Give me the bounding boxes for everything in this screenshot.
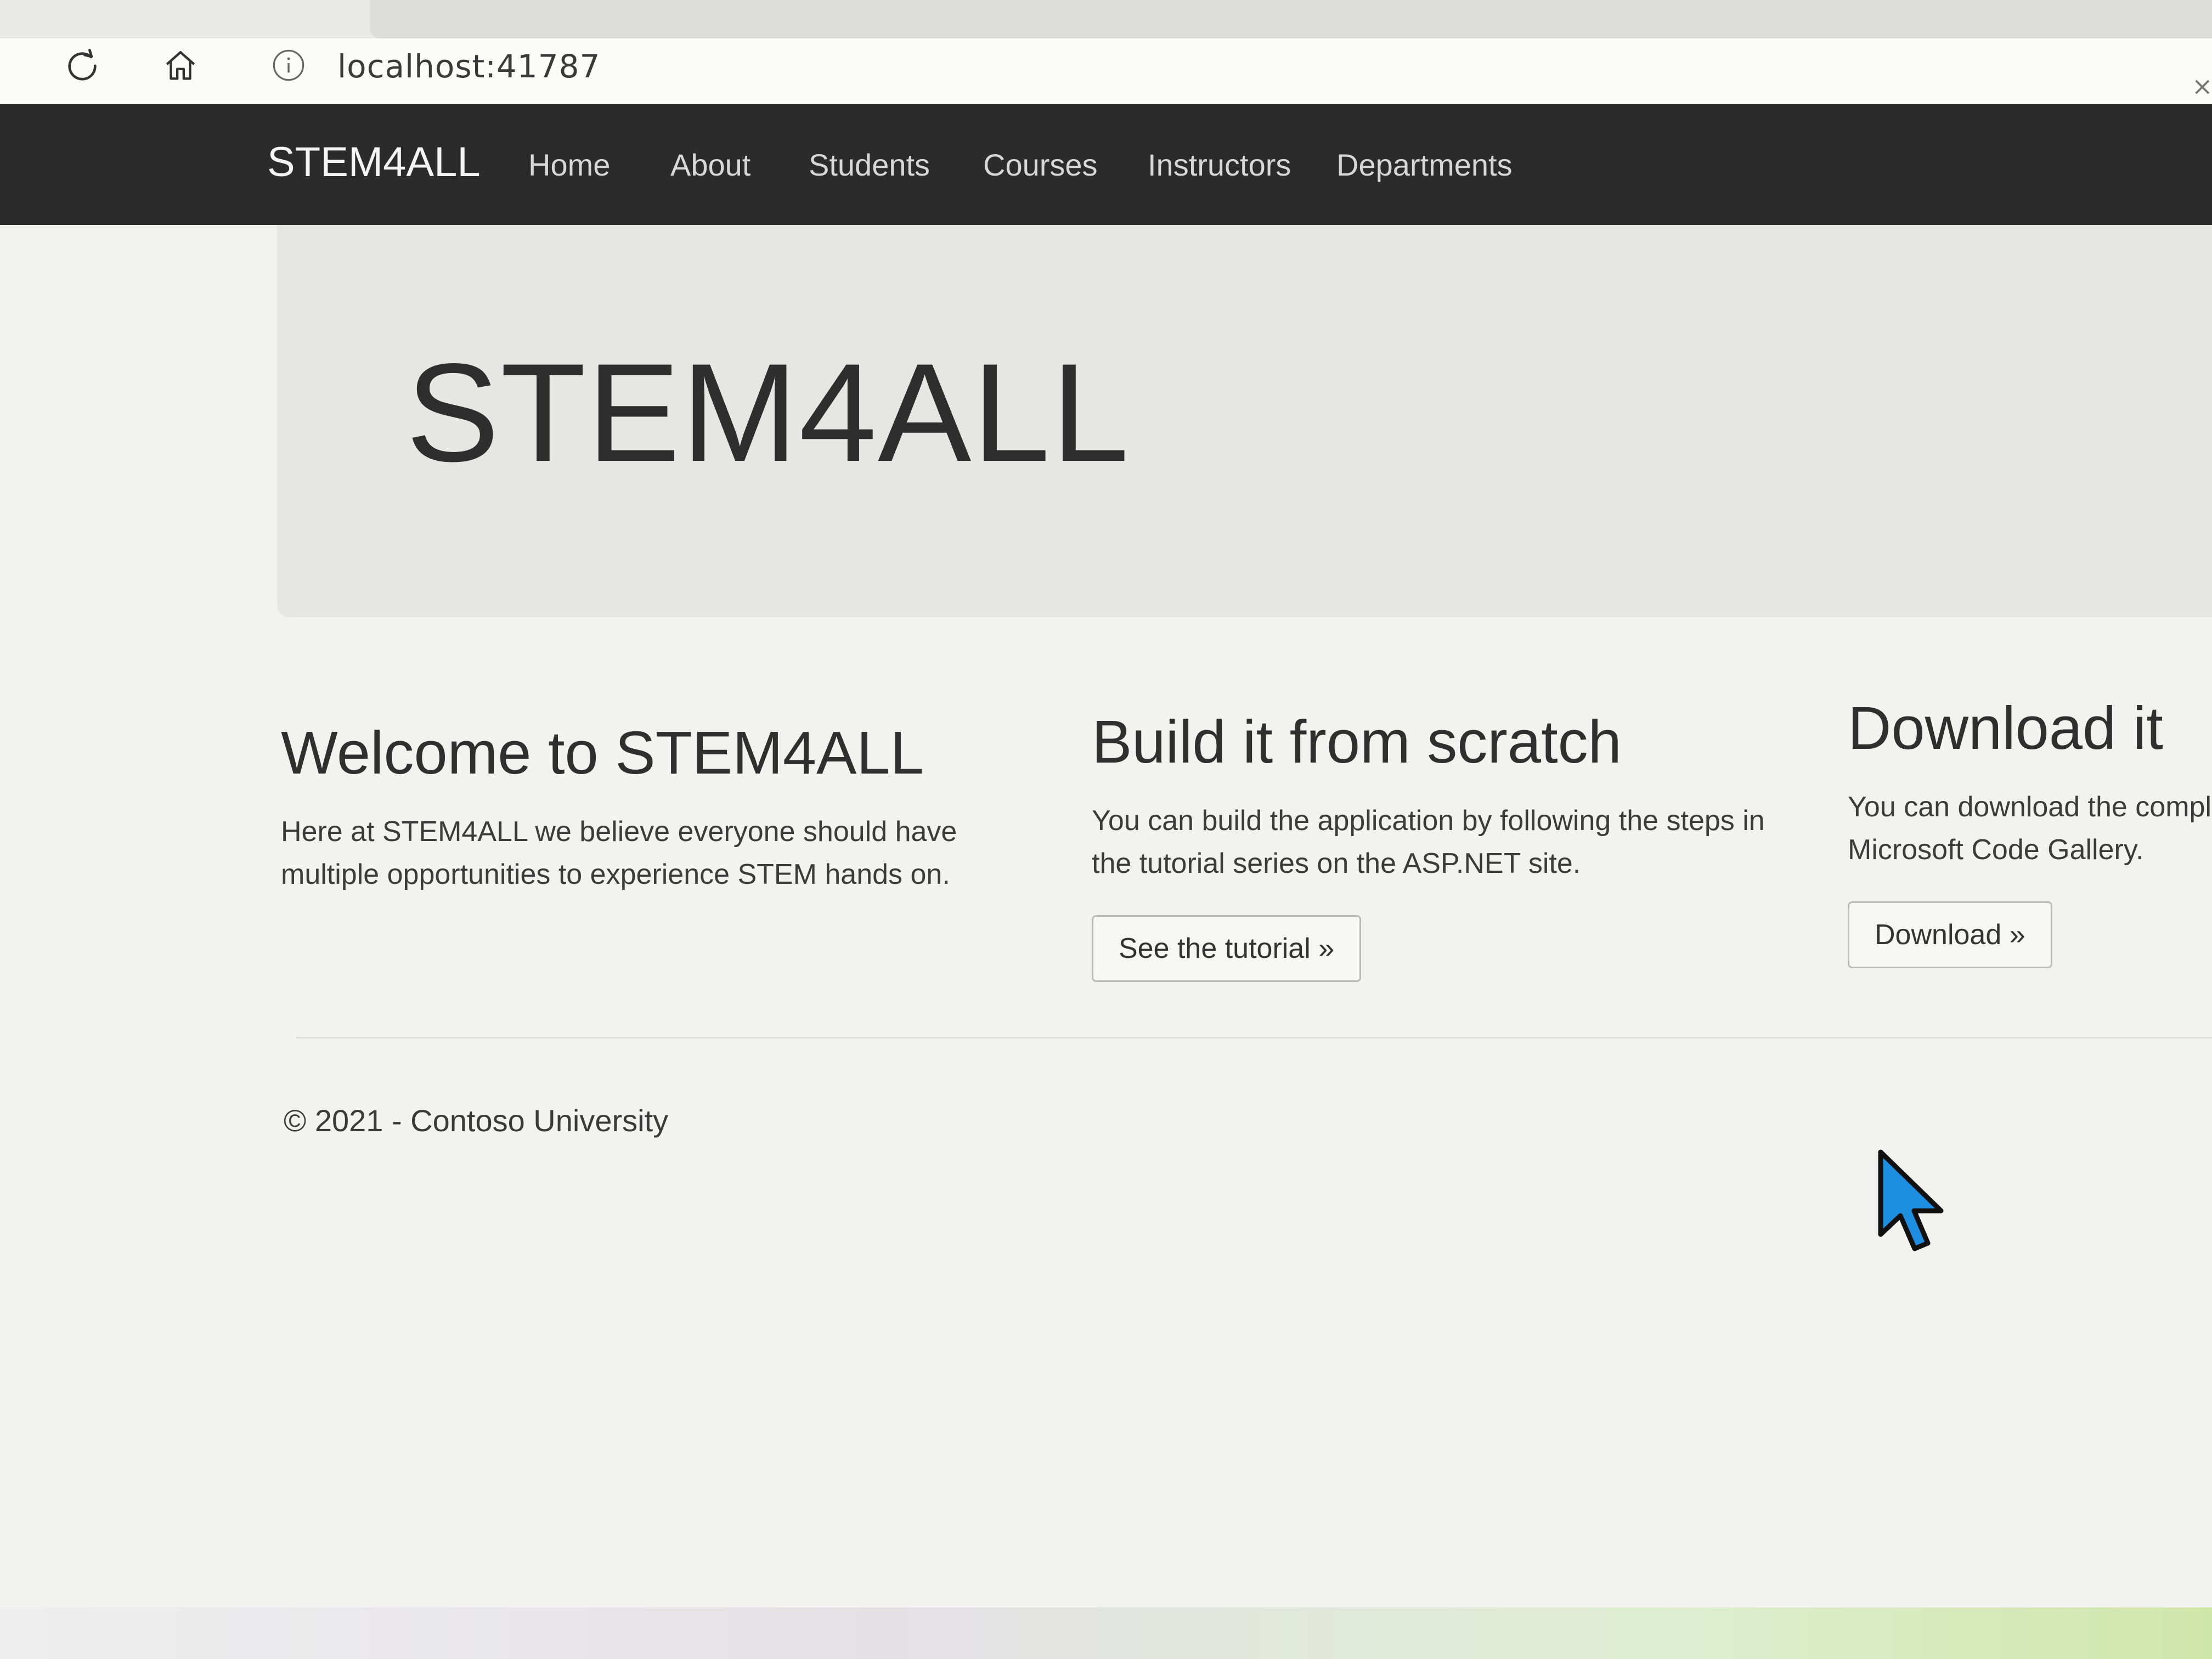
welcome-column: Welcome to STEM4ALL Here at STEM4ALL we … bbox=[281, 719, 1049, 896]
info-circle-icon bbox=[273, 49, 304, 81]
url-field[interactable]: localhost:41787 bbox=[337, 47, 600, 86]
welcome-text: Here at STEM4ALL we believe everyone sho… bbox=[281, 815, 957, 890]
see-tutorial-button[interactable]: See the tutorial » bbox=[1092, 915, 1362, 982]
overflow-icon[interactable]: ⨯ bbox=[2192, 71, 2212, 101]
download-heading: Download it bbox=[1848, 695, 2163, 762]
build-column: Build it from scratch You can build the … bbox=[1092, 708, 1805, 982]
home-icon bbox=[166, 51, 195, 80]
jumbotron: STEM4ALL bbox=[277, 225, 2212, 617]
welcome-heading: Welcome to STEM4ALL bbox=[281, 719, 924, 787]
nav-link-courses[interactable]: Courses bbox=[983, 147, 1098, 183]
build-heading: Build it from scratch bbox=[1092, 708, 1622, 776]
refresh-icon bbox=[68, 49, 97, 81]
download-text-line-2: Microsoft Code Gallery. bbox=[1848, 833, 2144, 866]
navbar-brand[interactable]: STEM4ALL bbox=[267, 138, 481, 186]
download-text-line-1: You can download the complete bbox=[1848, 791, 2212, 823]
mouse-cursor-icon bbox=[1878, 1149, 1944, 1251]
site-info-icon[interactable] bbox=[270, 47, 307, 83]
jumbotron-title: STEM4ALL bbox=[406, 335, 1130, 491]
browser-address-bar bbox=[0, 38, 2212, 104]
nav-link-home[interactable]: Home bbox=[528, 147, 610, 183]
download-text: You can download the complete Microsoft … bbox=[1848, 786, 2212, 871]
footer-copyright: © 2021 - Contoso University bbox=[284, 1103, 669, 1138]
download-button[interactable]: Download » bbox=[1848, 901, 2052, 968]
monitor-edge bbox=[0, 1607, 2212, 1659]
nav-link-about[interactable]: About bbox=[670, 147, 751, 183]
footer-divider bbox=[296, 1037, 2212, 1039]
nav-link-departments[interactable]: Departments bbox=[1336, 147, 1513, 183]
home-button[interactable] bbox=[154, 40, 207, 92]
browser-tab[interactable] bbox=[370, 0, 2212, 38]
download-column: Download it You can download the complet… bbox=[1848, 694, 2212, 968]
nav-link-instructors[interactable]: Instructors bbox=[1148, 147, 1291, 183]
build-text: You can build the application by followi… bbox=[1092, 804, 1765, 879]
browser-tab-strip bbox=[0, 0, 2212, 38]
refresh-button[interactable] bbox=[56, 40, 109, 92]
site-navbar: STEM4ALL Home About Students Courses Ins… bbox=[0, 104, 2212, 225]
nav-link-students[interactable]: Students bbox=[809, 147, 930, 183]
